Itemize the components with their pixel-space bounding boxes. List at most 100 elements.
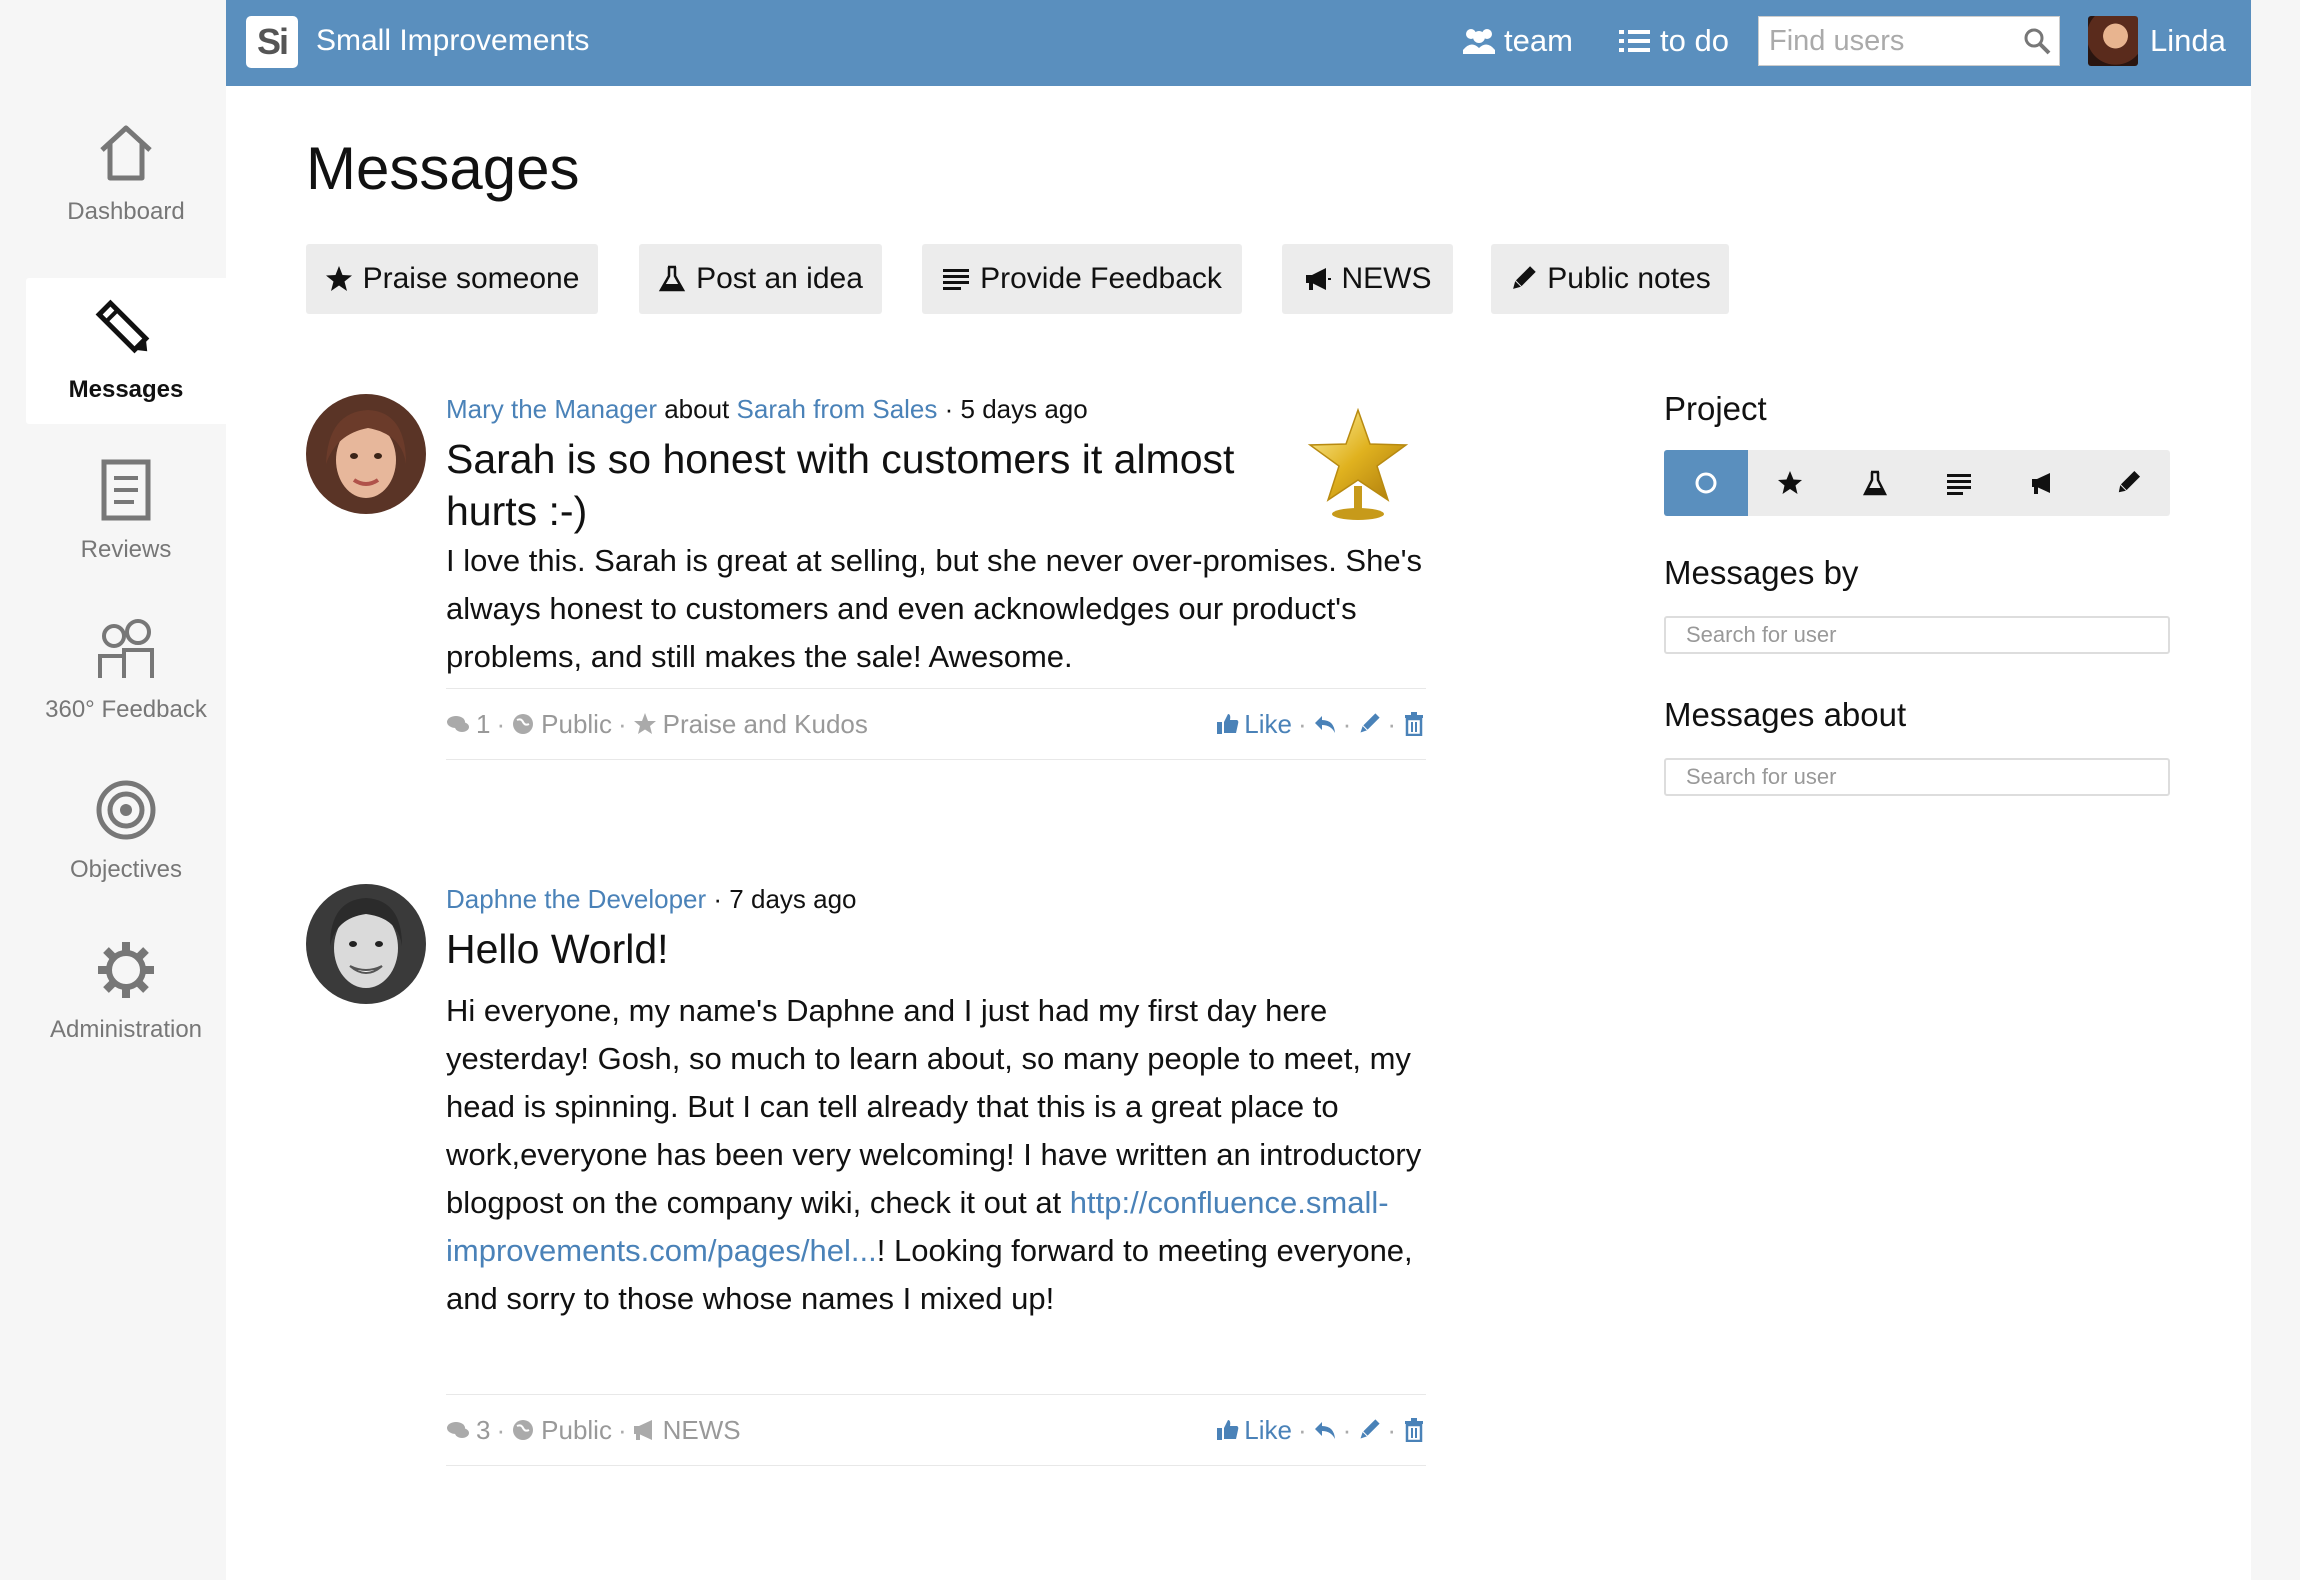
avatar[interactable] bbox=[306, 394, 426, 514]
messages-about-title: Messages about bbox=[1664, 696, 1907, 733]
team-label: team bbox=[1504, 23, 1573, 58]
project-filter-title: Project bbox=[1664, 390, 1767, 427]
button-label: Post an idea bbox=[696, 262, 863, 295]
post-body: Daphne the Developer · 7 days ago Hello … bbox=[446, 884, 1426, 1323]
sidebar-item-messages[interactable]: Messages bbox=[26, 278, 226, 424]
public-notes-button[interactable]: Public notes bbox=[1491, 244, 1729, 314]
sidebar-item-administration[interactable]: Administration bbox=[26, 918, 226, 1064]
like-label: Like bbox=[1244, 1414, 1292, 1445]
reply-icon[interactable] bbox=[1313, 1418, 1337, 1442]
pencil-icon bbox=[1513, 266, 1537, 289]
globe-icon bbox=[513, 714, 534, 734]
sidebar: Dashboard Messages Reviews 360° Feedback… bbox=[0, 0, 226, 1580]
author-link[interactable]: Mary the Manager bbox=[446, 394, 657, 424]
find-users-search bbox=[1758, 16, 2060, 66]
project-filter-bar bbox=[1664, 450, 2170, 516]
team-link[interactable]: team bbox=[1462, 23, 1573, 59]
author-photo bbox=[306, 394, 426, 514]
sidebar-item-label: Messages bbox=[68, 376, 184, 403]
post-time: · 5 days ago bbox=[944, 394, 1088, 424]
app-logo[interactable]: Si bbox=[246, 16, 298, 68]
filter-news-button[interactable] bbox=[2001, 450, 2085, 516]
user-name: Linda bbox=[2150, 23, 2226, 58]
trash-icon[interactable] bbox=[1402, 712, 1426, 736]
sidebar-item-label: Administration bbox=[49, 1016, 203, 1043]
megaphone-icon bbox=[1305, 268, 1331, 290]
sidebar-item-objectives[interactable]: Objectives bbox=[26, 758, 226, 904]
message-post: Mary the Manager about Sarah from Sales … bbox=[306, 394, 1426, 764]
post-stats: 3 · Public · NEWS bbox=[446, 1415, 741, 1446]
author-photo bbox=[306, 884, 426, 1004]
news-button[interactable]: NEWS bbox=[1282, 244, 1453, 314]
post-meta: Mary the Manager about Sarah from Sales … bbox=[446, 394, 1426, 425]
like-label: Like bbox=[1244, 708, 1292, 739]
find-users-input[interactable] bbox=[1769, 24, 2019, 58]
filter-feedback-button[interactable] bbox=[1917, 450, 2001, 516]
visibility-label: Public bbox=[541, 1414, 612, 1445]
todo-link[interactable]: to do bbox=[1618, 23, 1729, 59]
search-icon[interactable] bbox=[2023, 27, 2051, 55]
app-title[interactable]: Small Improvements bbox=[316, 24, 589, 58]
user-menu[interactable]: Linda bbox=[2088, 16, 2226, 66]
target-icon bbox=[96, 780, 156, 840]
todo-label: to do bbox=[1660, 23, 1729, 58]
post-text: Hi everyone, my name's Daphne and I just… bbox=[446, 987, 1426, 1323]
about-word: about bbox=[664, 394, 730, 424]
globe-icon bbox=[513, 1420, 534, 1440]
trash-icon[interactable] bbox=[1402, 1418, 1426, 1442]
comments-icon bbox=[447, 1422, 469, 1438]
button-label: NEWS bbox=[1341, 262, 1432, 295]
thumbs-up-icon bbox=[1217, 714, 1239, 734]
messages-by-input[interactable] bbox=[1686, 622, 2166, 648]
pencil-icon bbox=[2118, 470, 2140, 493]
edit-icon[interactable] bbox=[1357, 712, 1381, 736]
sidebar-item-360-feedback[interactable]: 360° Feedback bbox=[26, 598, 226, 744]
group-icon bbox=[1463, 29, 1495, 54]
post-footer: 1 · Public · Praise and Kudos Like · · · bbox=[446, 688, 1426, 760]
sidebar-item-label: 360° Feedback bbox=[45, 696, 207, 723]
sidebar-item-dashboard[interactable]: Dashboard bbox=[26, 100, 226, 246]
messages-by-search bbox=[1664, 616, 2170, 654]
sidebar-item-label: Dashboard bbox=[67, 198, 185, 225]
like-button[interactable]: Like bbox=[1216, 709, 1292, 740]
filter-praise-button[interactable] bbox=[1748, 450, 1832, 516]
list-icon bbox=[943, 269, 970, 290]
post-body: Mary the Manager about Sarah from Sales … bbox=[446, 394, 1426, 681]
post-footer: 3 · Public · NEWS Like · · · bbox=[446, 1394, 1426, 1466]
button-label: Public notes bbox=[1547, 262, 1711, 295]
subject-link[interactable]: Sarah from Sales bbox=[737, 394, 938, 424]
thumbs-up-icon bbox=[1217, 1420, 1239, 1440]
avatar[interactable] bbox=[306, 884, 426, 1004]
post-actions: Like · · · bbox=[1216, 1415, 1426, 1446]
comment-count[interactable]: 3 bbox=[476, 1415, 490, 1446]
edit-icon[interactable] bbox=[1357, 1418, 1381, 1442]
star-icon bbox=[633, 713, 656, 734]
post-text: I love this. Sarah is great at selling, … bbox=[446, 543, 1423, 674]
trophy-star-icon bbox=[1307, 408, 1409, 520]
provide-feedback-button[interactable]: Provide Feedback bbox=[922, 244, 1242, 314]
top-bar: Si Small Improvements team to do Linda bbox=[226, 0, 2251, 86]
sidebar-item-reviews[interactable]: Reviews bbox=[26, 438, 226, 584]
reply-icon[interactable] bbox=[1313, 712, 1337, 736]
sidebar-item-label: Objectives bbox=[69, 856, 183, 883]
people-icon bbox=[98, 619, 154, 678]
category-label: Praise and Kudos bbox=[662, 708, 868, 739]
post-actions: Like · · · bbox=[1216, 709, 1426, 740]
star-icon bbox=[1778, 471, 1803, 494]
megaphone-icon bbox=[2032, 473, 2051, 494]
post-an-idea-button[interactable]: Post an idea bbox=[639, 244, 882, 314]
messages-about-input[interactable] bbox=[1686, 764, 2166, 790]
praise-someone-button[interactable]: Praise someone bbox=[306, 244, 598, 314]
visibility-label: Public bbox=[541, 708, 612, 739]
flask-icon bbox=[1862, 470, 1887, 496]
filter-all-button[interactable] bbox=[1664, 450, 1749, 516]
like-button[interactable]: Like bbox=[1216, 1415, 1292, 1446]
main-panel: Si Small Improvements team to do Linda M… bbox=[226, 0, 2251, 1580]
filter-idea-button[interactable] bbox=[1833, 450, 1917, 516]
filter-notes-button[interactable] bbox=[2086, 450, 2170, 516]
circle-icon bbox=[1695, 472, 1717, 494]
list-icon bbox=[1947, 474, 1972, 495]
comment-count[interactable]: 1 bbox=[476, 709, 490, 740]
comments-icon bbox=[447, 716, 469, 732]
author-link[interactable]: Daphne the Developer bbox=[446, 884, 706, 914]
